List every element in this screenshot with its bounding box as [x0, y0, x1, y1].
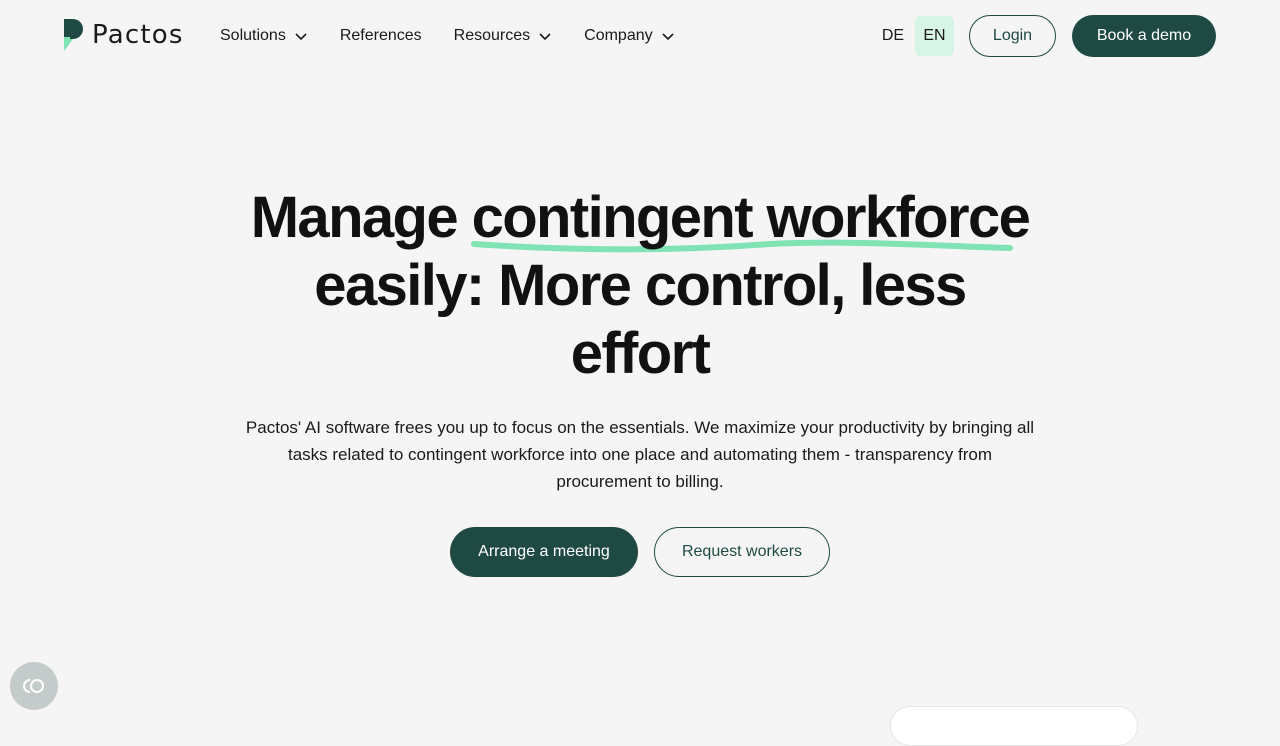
- nav-item-company[interactable]: Company: [584, 27, 674, 45]
- pactos-logo-icon: [64, 19, 83, 51]
- login-button[interactable]: Login: [969, 15, 1056, 57]
- nav-item-resources[interactable]: Resources: [454, 27, 552, 45]
- bottom-floating-card: [890, 706, 1138, 746]
- request-workers-button[interactable]: Request workers: [654, 527, 830, 577]
- site-header: Pactos Solutions References Resources Co…: [0, 0, 1280, 72]
- lang-switch-en[interactable]: EN: [915, 16, 954, 56]
- nav-item-label: Resources: [453, 27, 531, 44]
- hero-subtitle: Pactos' AI software frees you up to focu…: [245, 418, 1035, 491]
- chevron-down-icon: [662, 33, 674, 41]
- cookie-consent-icon: [23, 679, 44, 693]
- hero-title: Manage contingent workforce easily: More…: [240, 184, 1040, 388]
- hero-title-highlight-text: contingent workforce: [471, 185, 1031, 250]
- hero-title-part2: easily: More control, less effort: [314, 253, 967, 386]
- hero-title-highlight: contingent workforce: [470, 184, 1031, 253]
- book-demo-button[interactable]: Book a demo: [1072, 15, 1216, 57]
- chevron-down-icon: [295, 33, 307, 41]
- chevron-down-icon: [539, 33, 551, 41]
- main-nav: Solutions References Resources Company: [220, 24, 707, 48]
- hero-title-part1: Manage: [250, 185, 459, 250]
- nav-item-label: References: [339, 27, 422, 44]
- arrange-meeting-button[interactable]: Arrange a meeting: [450, 527, 638, 577]
- cookie-widget-button[interactable]: [10, 662, 58, 710]
- logo[interactable]: Pactos: [64, 18, 184, 52]
- nav-item-label: Solutions: [220, 27, 286, 44]
- lang-switch-de[interactable]: DE: [874, 16, 912, 56]
- hero-section: Manage contingent workforce easily: More…: [240, 184, 1040, 388]
- nav-item-label: Company: [584, 27, 653, 44]
- nav-item-solutions[interactable]: Solutions: [220, 27, 308, 45]
- nav-item-references[interactable]: References: [340, 27, 422, 45]
- logo-text: Pactos: [92, 20, 184, 50]
